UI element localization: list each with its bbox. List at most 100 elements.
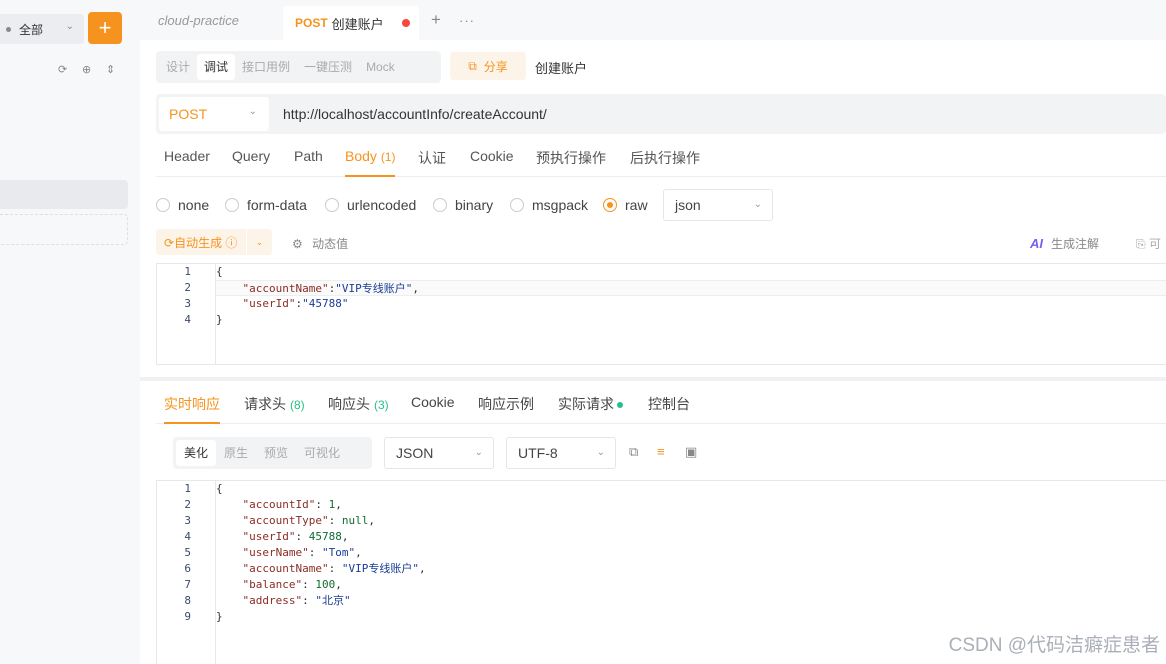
expand-collapse-icon[interactable]: ⇕ [106,63,115,76]
pane-resize-handle[interactable] [140,377,1166,381]
generate-comment-label: 生成注解 [1051,237,1100,251]
radio-circle [433,198,447,212]
request-body-editor[interactable]: 1 2 3 4 { "accountName":"VIP专线账户", "userId"… [156,263,1166,365]
code-token: { [216,482,223,495]
locate-icon[interactable]: ⊕ [82,63,91,76]
auto-generate-main[interactable]: ⟳自动生成 ⓘ [156,234,246,251]
mode-load-test[interactable]: 一键压测 [297,54,359,80]
tab-cookie[interactable]: Cookie [470,148,514,177]
tab-count: (8) [290,398,305,412]
code-line: "userName": "Tom", [216,545,1166,561]
filter-select[interactable]: 全部 ⌄ [0,14,84,44]
tab-count: (3) [374,398,389,412]
mode-mock[interactable]: Mock [359,54,402,80]
copy-icon: ⎘ [1136,237,1146,251]
chevron-down-icon: ⌄ [248,106,257,117]
tab-request-headers[interactable]: 请求头 (8) [244,394,305,424]
new-tab-button[interactable]: + [431,0,441,40]
dynamic-value-button[interactable]: ⚙ 动态值 [292,235,348,252]
view-visualize[interactable]: 可视化 [296,440,348,466]
code-token: , [335,578,342,591]
radio-raw[interactable]: raw [603,197,648,213]
sidebar: 全部 ⌄ + ⟳ ⊕ ⇕ [0,0,140,664]
mode-design[interactable]: 设计 [159,54,197,80]
tab-response-cookie[interactable]: Cookie [411,394,455,424]
tab-body-count: (1) [380,150,396,164]
code-line: "accountName": "VIP专线账户", [216,561,1166,577]
tab-label: 响应头 [328,396,370,412]
tab-response-headers[interactable]: 响应头 (3) [328,394,389,424]
tab-label: 响应示例 [478,396,534,412]
filter-dot-icon [6,26,11,32]
tab-path[interactable]: Path [294,148,323,177]
code-token: "userId" [242,297,296,310]
tab-header[interactable]: Header [164,148,210,177]
code-line: } [216,312,1166,328]
code-token: "accountName" [242,282,329,295]
radio-none[interactable]: none [156,197,209,213]
mode-debug[interactable]: 调试 [197,54,236,80]
method-select[interactable]: POST ⌄ [159,97,269,131]
tab-cloud-practice[interactable]: cloud-practice [158,0,239,40]
chevron-down-icon[interactable]: ⌄ [247,237,272,248]
mode-test-case[interactable]: 接口用例 [235,54,297,80]
code-token: } [216,313,223,326]
endpoint-name[interactable]: 创建账户 [535,58,587,77]
radio-binary[interactable]: binary [433,197,493,213]
wrap-lines-icon[interactable]: ≡ [657,444,665,459]
refresh-icon[interactable]: ⟳ [58,63,67,76]
code-area[interactable]: { "accountName":"VIP专线账户", "userId":"457… [216,264,1166,328]
share-icon: ⧉ [468,58,477,73]
tab-label: 实际请求 [558,396,614,412]
body-format-select[interactable]: json ⌄ [663,189,773,221]
share-button[interactable]: ⧉ 分享 [450,52,526,80]
body-format-value: json [675,197,701,213]
line-number: 3 [184,514,191,527]
copy-button[interactable]: ⎘ 可 [1136,235,1161,252]
generate-comment-button[interactable]: AI 生成注解 [1030,235,1099,252]
tab-actual-request[interactable]: 实际请求 [558,394,623,424]
tab-auth[interactable]: 认证 [418,148,446,177]
tab-body[interactable]: Body (1) [345,148,396,177]
view-pretty[interactable]: 美化 [176,440,217,466]
watermark: CSDN @代码洁癖症患者 [948,635,1160,656]
response-format-select[interactable]: JSON ⌄ [384,437,494,469]
sidebar-selected-item[interactable] [0,180,128,209]
help-icon: ⓘ [225,235,238,250]
mode-switcher: 设计 调试 接口用例 一键压测 Mock [156,51,441,83]
radio-msgpack[interactable]: msgpack [510,197,588,213]
line-number: 7 [184,578,191,591]
code-token: , [368,514,375,527]
add-button[interactable]: + [88,12,122,44]
auto-generate-button[interactable]: ⟳自动生成 ⓘ ⌄ [156,229,272,255]
chevron-down-icon: ⌄ [65,21,74,32]
tab-console[interactable]: 控制台 [648,394,690,424]
save-icon[interactable]: ▣ [685,444,697,460]
tab-pre-processors[interactable]: 预执行操作 [536,148,606,177]
tab-realtime-response[interactable]: 实时响应 [164,394,220,424]
filter-label: 全部 [19,22,44,37]
copy-icon[interactable]: ⧉ [629,444,638,460]
more-tabs-button[interactable]: ··· [459,0,475,40]
tab-create-account[interactable]: POST 创建账户 [283,6,419,40]
view-raw[interactable]: 原生 [216,440,256,466]
code-token: "accountName" [242,562,329,575]
tab-post-processors[interactable]: 后执行操作 [630,148,700,177]
radio-form-data[interactable]: form-data [225,197,307,213]
tab-query[interactable]: Query [232,148,270,177]
tab-label: 实时响应 [164,396,220,412]
line-number: 1 [184,482,191,495]
radio-urlencoded[interactable]: urlencoded [325,197,416,213]
tab-response-example[interactable]: 响应示例 [478,394,534,424]
encoding-select[interactable]: UTF-8 ⌄ [506,437,616,469]
status-dot-icon [617,402,623,409]
code-area[interactable]: { "accountId": 1, "accountType": null, "… [216,481,1166,625]
ai-icon: AI [1030,236,1043,251]
url-input[interactable]: http://localhost/accountInfo/createAccou… [283,106,547,122]
radio-label: msgpack [532,197,589,213]
view-preview[interactable]: 预览 [256,440,296,466]
